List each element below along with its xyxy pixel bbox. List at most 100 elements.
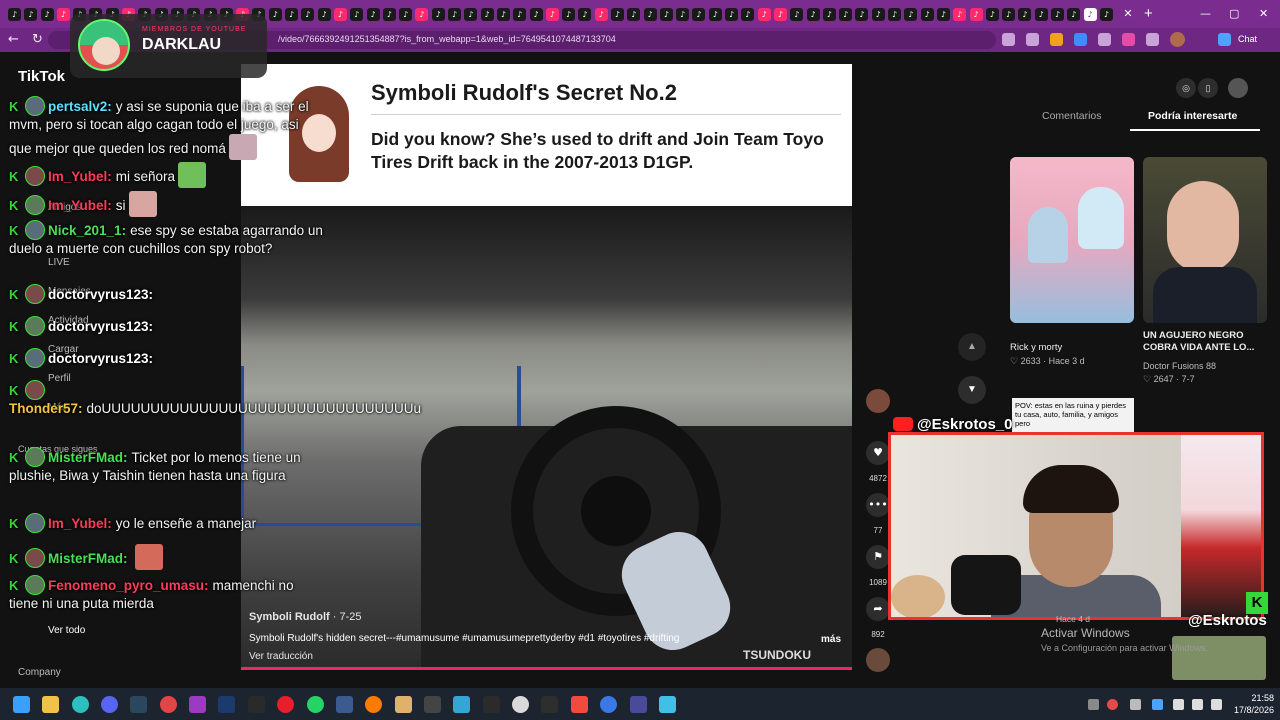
network-icon[interactable] <box>1192 699 1203 710</box>
app-icon[interactable] <box>424 696 441 713</box>
steam-icon[interactable] <box>130 696 147 713</box>
recommended-title[interactable]: UN AGUJERO NEGRO COBRA VIDA ANTE LO... <box>1143 330 1268 354</box>
heart-icon[interactable]: ♥ <box>866 441 890 465</box>
clock-time[interactable]: 21:58 <box>1244 693 1274 703</box>
premiere-icon[interactable] <box>189 696 206 713</box>
music-disc-icon[interactable] <box>866 648 890 672</box>
chat-username[interactable]: Im_Yubel: <box>48 198 112 213</box>
app-icon[interactable] <box>160 696 177 713</box>
browser-tab[interactable]: ♪ <box>1067 7 1081 21</box>
browser-tab[interactable]: ♪ <box>676 7 690 21</box>
recommended-author[interactable]: Doctor Fusions 88 <box>1143 361 1216 371</box>
browser-tab[interactable]: ♪ <box>741 7 755 21</box>
more-button[interactable]: más <box>821 634 841 645</box>
browser-tab[interactable]: ♪ <box>920 7 934 21</box>
chat-username[interactable]: Im_Yubel: <box>48 169 112 184</box>
tiktok-logo[interactable]: TikTok <box>18 68 65 85</box>
chat-username[interactable]: doctorvyrus123: <box>48 287 153 302</box>
browser-tab[interactable]: ♪ <box>480 7 494 21</box>
browser-tab[interactable]: ♪ <box>40 7 54 21</box>
author-avatar[interactable] <box>866 389 890 413</box>
browser-tab[interactable]: ♪ <box>431 7 445 21</box>
app-icon[interactable] <box>483 696 500 713</box>
browser-tab[interactable]: ♪ <box>822 7 836 21</box>
tray-icon[interactable] <box>1130 699 1141 710</box>
browser-tab[interactable]: ♪ <box>545 7 559 21</box>
tab-close-icon[interactable]: ✕ <box>1122 8 1134 20</box>
app-icon[interactable] <box>248 696 265 713</box>
minimize-icon[interactable]: — <box>1200 7 1211 20</box>
comment-icon[interactable]: ••• <box>866 493 890 517</box>
microphone-icon[interactable] <box>1173 699 1184 710</box>
file-explorer-icon[interactable] <box>42 696 59 713</box>
edge-icon[interactable] <box>72 696 89 713</box>
photoshop-icon[interactable] <box>218 696 235 713</box>
browser-tab[interactable]: ♪ <box>24 7 38 21</box>
browser-tab[interactable]: ♪ <box>513 7 527 21</box>
app-icon[interactable] <box>336 696 353 713</box>
browser-tab[interactable]: ♪ <box>578 7 592 21</box>
app-icon[interactable] <box>541 696 558 713</box>
browser-tab[interactable]: ♪ <box>725 7 739 21</box>
video-player[interactable]: Symboli Rudolf's Secret No.2 Did you kno… <box>241 64 852 670</box>
pov-thumbnail-text[interactable]: POV: estas en las ruina y pierdes tu cas… <box>1012 398 1134 434</box>
browser-tab[interactable]: ♪ <box>855 7 869 21</box>
bookmark-icon[interactable]: ⚑ <box>866 545 890 569</box>
wifi-icon[interactable]: ◎ <box>1176 78 1196 98</box>
browser-tab[interactable]: ♪ <box>399 7 413 21</box>
browser-tab[interactable]: ♪ <box>301 7 315 21</box>
app-icon[interactable] <box>453 696 470 713</box>
chat-username[interactable]: pertsalv2: <box>48 99 112 114</box>
browser-tab[interactable]: ♪ <box>317 7 331 21</box>
copilot-icon[interactable] <box>1218 33 1231 46</box>
scroll-down-button[interactable]: ▼ <box>958 376 986 404</box>
chat-username[interactable]: Fenomeno_pyro_umasu: <box>48 578 209 593</box>
browser-tab[interactable]: ♪ <box>1002 7 1016 21</box>
app-icon[interactable] <box>395 696 412 713</box>
chat-username[interactable]: MisterFMad: <box>48 450 128 465</box>
discord-icon[interactable] <box>101 696 118 713</box>
browser-tab[interactable]: ♪ <box>692 7 706 21</box>
app-icon[interactable] <box>571 696 588 713</box>
company-link[interactable]: Company <box>18 667 61 678</box>
chat-username[interactable]: doctorvyrus123: <box>48 319 153 334</box>
extension-icon[interactable] <box>1050 33 1063 46</box>
browser-tab[interactable]: ♪ <box>839 7 853 21</box>
extensions-menu-icon[interactable] <box>1146 33 1159 46</box>
scroll-up-button[interactable]: ▲ <box>958 333 986 361</box>
favorite-icon[interactable] <box>1002 33 1015 46</box>
browser-tab[interactable]: ♪ <box>415 7 429 21</box>
app-icon[interactable] <box>630 696 647 713</box>
browser-tab[interactable]: ♪ <box>496 7 510 21</box>
extension-icon[interactable] <box>1074 33 1087 46</box>
browser-tab[interactable]: ♪ <box>969 7 983 21</box>
extension-icon[interactable] <box>1098 33 1111 46</box>
extension-icon[interactable] <box>1026 33 1039 46</box>
back-icon[interactable]: ← <box>8 32 19 48</box>
browser-tab[interactable]: ♪ <box>790 7 804 21</box>
chat-username[interactable]: Thonder57: <box>9 401 83 416</box>
tab-interest[interactable]: Podría interesarte <box>1148 110 1237 122</box>
browser-tab[interactable]: ♪ <box>529 7 543 21</box>
browser-tab[interactable]: ♪ <box>643 7 657 21</box>
browser-tab[interactable]: ♪ <box>268 7 282 21</box>
browser-tab[interactable]: ♪ <box>594 7 608 21</box>
browser-tab[interactable]: ♪ <box>1083 7 1097 21</box>
tray-icon[interactable] <box>1107 699 1118 710</box>
browser-tab[interactable]: ♪ <box>659 7 673 21</box>
browser-tab[interactable]: ♪ <box>333 7 347 21</box>
share-icon[interactable]: ➦ <box>866 597 890 621</box>
browser-tab[interactable]: ♪ <box>610 7 624 21</box>
browser-tab[interactable]: ♪ <box>448 7 462 21</box>
reload-icon[interactable]: ↻ <box>32 32 43 48</box>
extension-icon[interactable] <box>1122 33 1135 46</box>
browser-tab[interactable]: ♪ <box>871 7 885 21</box>
chat-button[interactable]: Chat <box>1238 34 1257 44</box>
browser-tab[interactable]: ♪ <box>985 7 999 21</box>
browser-tab[interactable]: ♪ <box>562 7 576 21</box>
chat-username[interactable]: MisterFMad: <box>48 551 128 566</box>
browser-tab[interactable]: ♪ <box>1099 7 1113 21</box>
browser-tab[interactable]: ♪ <box>627 7 641 21</box>
user-avatar[interactable] <box>1228 78 1248 98</box>
browser-tab[interactable]: ♪ <box>708 7 722 21</box>
